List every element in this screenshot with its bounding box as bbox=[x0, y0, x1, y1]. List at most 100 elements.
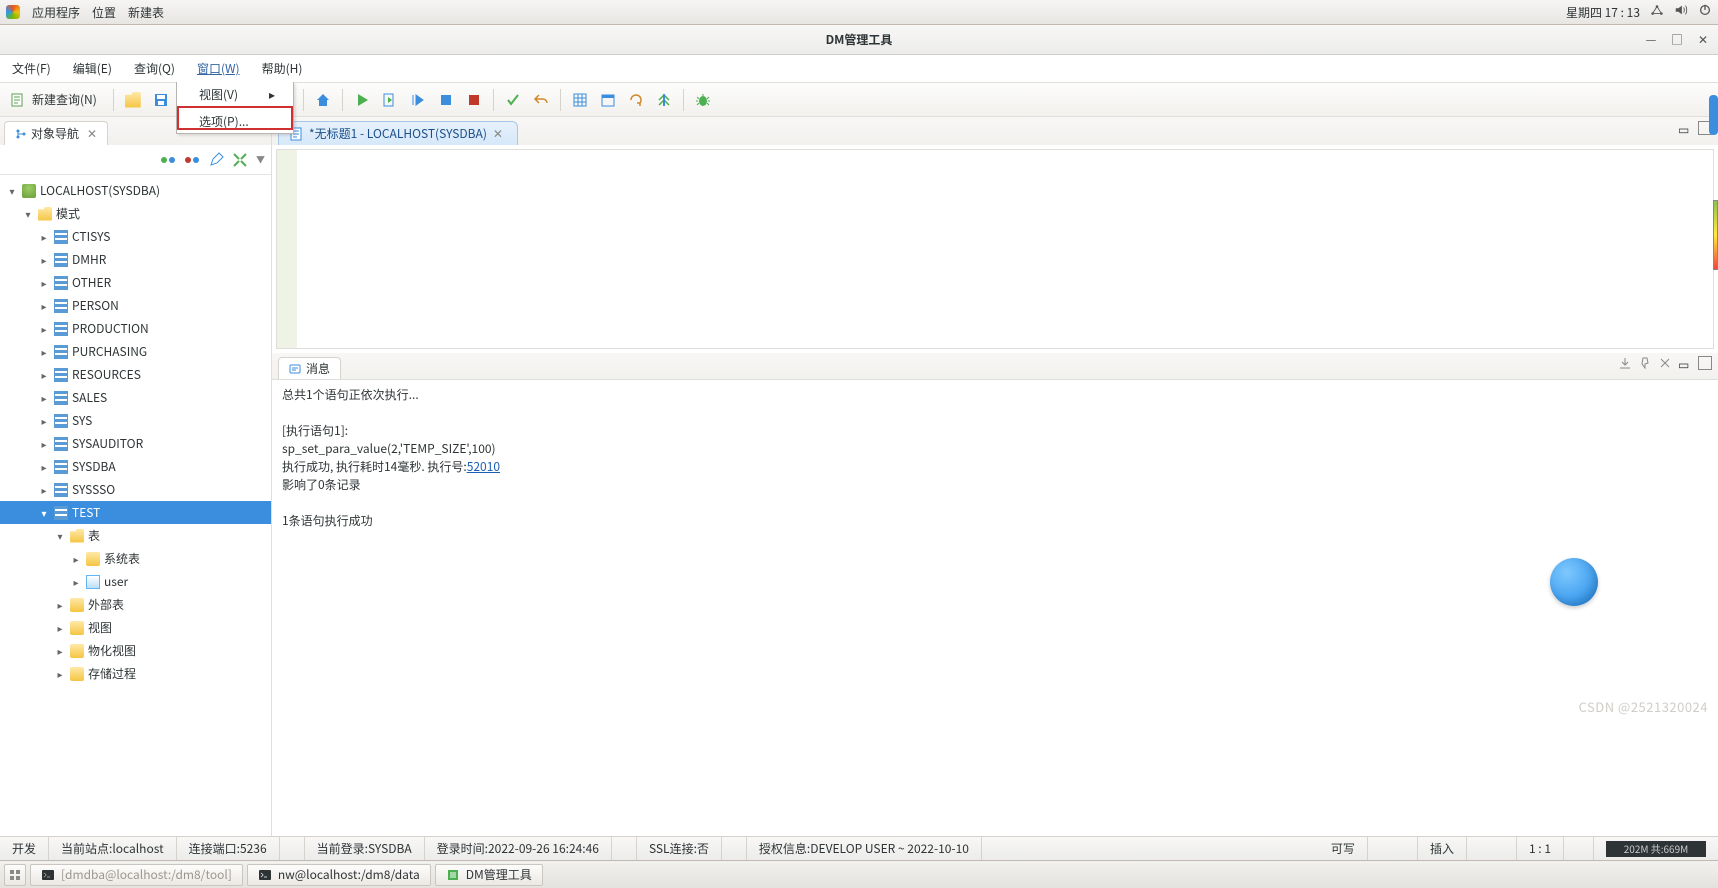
grid-button-2[interactable] bbox=[595, 87, 621, 113]
export-icon[interactable] bbox=[1618, 356, 1632, 370]
network-icon[interactable] bbox=[1650, 3, 1664, 21]
home-icon bbox=[315, 92, 331, 108]
bug-icon bbox=[695, 92, 711, 108]
execute-button[interactable] bbox=[349, 87, 375, 113]
right-heap-indicator[interactable] bbox=[1713, 200, 1718, 270]
link-collapse-icon[interactable] bbox=[184, 152, 200, 168]
sql-editor-textarea[interactable] bbox=[276, 149, 1714, 349]
tree-ext-tables[interactable]: ▸外部表 bbox=[0, 593, 271, 616]
link-home-icon[interactable] bbox=[160, 152, 176, 168]
table-icon bbox=[86, 575, 100, 589]
tree-schema-item[interactable]: ▸PERSON bbox=[0, 294, 271, 317]
os-menu-newtable[interactable]: 新建表 bbox=[128, 4, 164, 21]
tree-table-user[interactable]: ▸user bbox=[0, 570, 271, 593]
menu-window-view[interactable]: 视图(V)▸ bbox=[177, 82, 293, 106]
app-icon bbox=[446, 868, 460, 882]
tree-schema-item[interactable]: ▸SYSAUDITOR bbox=[0, 432, 271, 455]
window-maximize-button[interactable]: □ bbox=[1670, 31, 1684, 48]
schema-icon bbox=[54, 253, 68, 267]
step-icon bbox=[410, 92, 426, 108]
refresh-button[interactable] bbox=[623, 87, 649, 113]
exec-id-link[interactable]: 52010 bbox=[467, 458, 500, 475]
taskbar-terminal-2[interactable]: nw@localhost:/dm8/data bbox=[247, 864, 431, 886]
power-icon[interactable] bbox=[1698, 3, 1712, 21]
tree-schema-item[interactable]: ▸SALES bbox=[0, 386, 271, 409]
minimize-view-button[interactable]: ▭ bbox=[1678, 121, 1692, 135]
tree-views[interactable]: ▸视图 bbox=[0, 616, 271, 639]
step-button[interactable] bbox=[405, 87, 431, 113]
tree-procs[interactable]: ▸存储过程 bbox=[0, 662, 271, 685]
menu-window[interactable]: 窗口(W) bbox=[193, 56, 244, 81]
os-menu-applications[interactable]: 应用程序 bbox=[32, 4, 80, 21]
object-tree[interactable]: ▾LOCALHOST(SYSDBA) ▾模式 ▸CTISYS ▸DMHR ▸OT… bbox=[0, 175, 271, 836]
tree-schema-item[interactable]: ▸PRODUCTION bbox=[0, 317, 271, 340]
expand-button[interactable] bbox=[651, 87, 677, 113]
execute-script-button[interactable] bbox=[377, 87, 403, 113]
volume-icon[interactable] bbox=[1674, 3, 1688, 21]
stop-button-blue[interactable] bbox=[433, 87, 459, 113]
menu-window-options[interactable]: 选项(P)... bbox=[177, 109, 293, 133]
show-desktop-button[interactable] bbox=[4, 864, 26, 886]
tree-schemas[interactable]: ▾模式 bbox=[0, 202, 271, 225]
window-titlebar: DM管理工具 — □ ✕ bbox=[0, 25, 1718, 55]
object-navigator-tab[interactable]: 对象导航 ✕ bbox=[4, 121, 108, 145]
status-memory[interactable]: 202M 共:669M bbox=[1606, 841, 1706, 857]
schema-icon bbox=[54, 437, 68, 451]
tree-schema-item[interactable]: ▸DMHR bbox=[0, 248, 271, 271]
status-rw: 可写 bbox=[1319, 837, 1368, 860]
terminal-icon bbox=[41, 868, 55, 882]
sql-editor-tab[interactable]: *无标题1 - LOCALHOST(SYSDBA) ✕ bbox=[278, 121, 518, 145]
os-taskbar: [dmdba@localhost:/dm8/tool] nw@localhost… bbox=[0, 860, 1718, 888]
rollback-button[interactable] bbox=[528, 87, 554, 113]
menu-query[interactable]: 查询(Q) bbox=[130, 56, 179, 81]
schema-icon bbox=[54, 368, 68, 382]
os-menu-places[interactable]: 位置 bbox=[92, 4, 116, 21]
menu-edit[interactable]: 编辑(E) bbox=[69, 56, 116, 81]
edit-icon[interactable] bbox=[208, 152, 224, 168]
taskbar-dm-tool[interactable]: DM管理工具 bbox=[435, 864, 543, 886]
min-msg-button[interactable]: ▭ bbox=[1678, 356, 1692, 370]
tree-schema-item[interactable]: ▸RESOURCES bbox=[0, 363, 271, 386]
schema-icon bbox=[54, 322, 68, 336]
stop-button-red[interactable] bbox=[461, 87, 487, 113]
tree-schema-item[interactable]: ▸OTHER bbox=[0, 271, 271, 294]
new-query-button[interactable]: 新建查询(N) bbox=[6, 87, 107, 113]
max-msg-button[interactable] bbox=[1698, 356, 1712, 370]
window-close-button[interactable]: ✕ bbox=[1696, 31, 1710, 48]
tree-schema-item[interactable]: ▸CTISYS bbox=[0, 225, 271, 248]
expand-all-icon[interactable] bbox=[232, 152, 248, 168]
pin-icon[interactable] bbox=[1638, 356, 1652, 370]
menu-help[interactable]: 帮助(H) bbox=[258, 56, 307, 81]
msg-line: 总共1个语句正依次执行... bbox=[282, 386, 1708, 404]
tree-schema-test[interactable]: ▾TEST bbox=[0, 501, 271, 524]
tree-systables[interactable]: ▸系统表 bbox=[0, 547, 271, 570]
save-button[interactable] bbox=[148, 87, 174, 113]
tree-schema-item[interactable]: ▸PURCHASING bbox=[0, 340, 271, 363]
assistant-floating-button[interactable] bbox=[1550, 558, 1598, 606]
close-tab-icon[interactable]: ✕ bbox=[87, 125, 97, 142]
messages-output[interactable]: 总共1个语句正依次执行... [执行语句1]: sp_set_para_valu… bbox=[272, 379, 1718, 836]
messages-tab[interactable]: 消息 bbox=[278, 357, 341, 379]
schema-icon bbox=[54, 345, 68, 359]
tree-tables[interactable]: ▾表 bbox=[0, 524, 271, 547]
clear-icon[interactable] bbox=[1658, 356, 1672, 370]
status-mode: 开发 bbox=[0, 837, 49, 860]
tree-root[interactable]: ▾LOCALHOST(SYSDBA) bbox=[0, 179, 271, 202]
commit-button[interactable] bbox=[500, 87, 526, 113]
menu-file[interactable]: 文件(F) bbox=[8, 56, 55, 81]
right-scroll-marker[interactable] bbox=[1709, 95, 1718, 135]
home-button[interactable] bbox=[310, 87, 336, 113]
dropdown-arrow-icon[interactable]: ▼ bbox=[256, 153, 265, 166]
close-tab-icon[interactable]: ✕ bbox=[493, 125, 503, 142]
status-login: 当前登录:SYSDBA bbox=[305, 837, 425, 860]
message-icon bbox=[289, 363, 301, 375]
tree-schema-item[interactable]: ▸SYS bbox=[0, 409, 271, 432]
taskbar-terminal-1[interactable]: [dmdba@localhost:/dm8/tool] bbox=[30, 864, 243, 886]
tree-matviews[interactable]: ▸物化视图 bbox=[0, 639, 271, 662]
window-minimize-button[interactable]: — bbox=[1644, 31, 1658, 48]
tree-schema-item[interactable]: ▸SYSSSO bbox=[0, 478, 271, 501]
debug-button[interactable] bbox=[690, 87, 716, 113]
grid-button-1[interactable] bbox=[567, 87, 593, 113]
tree-schema-item[interactable]: ▸SYSDBA bbox=[0, 455, 271, 478]
open-folder-button[interactable] bbox=[120, 87, 146, 113]
